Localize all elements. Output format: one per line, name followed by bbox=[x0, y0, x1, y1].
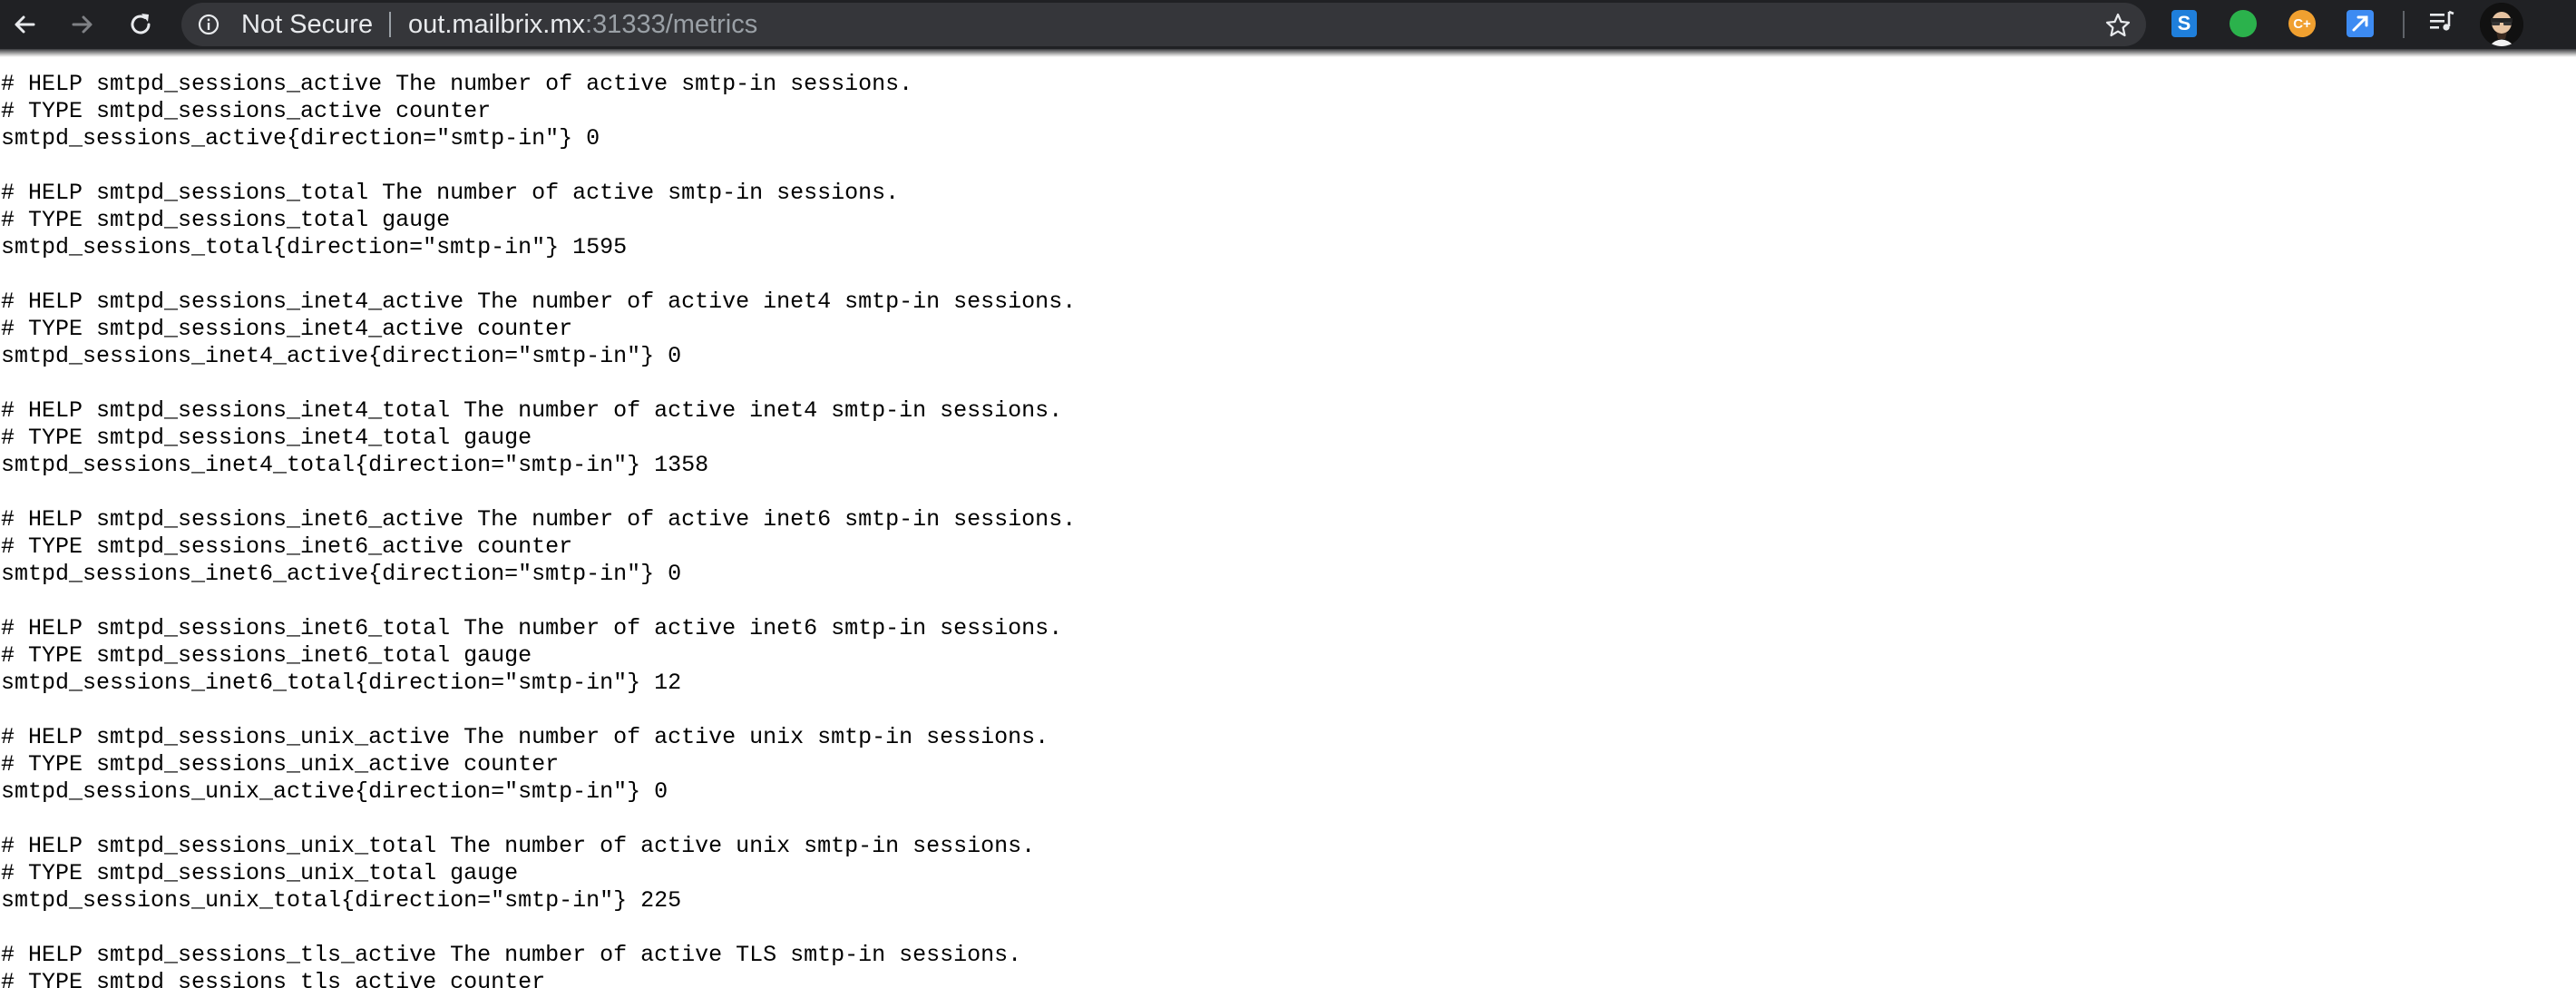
metric-line: # TYPE smtpd_sessions_active counter bbox=[1, 98, 492, 124]
metric-line: # TYPE smtpd_sessions_unix_total gauge bbox=[1, 860, 519, 886]
url-host: out.mailbrix.mx bbox=[408, 10, 585, 39]
metric-line: # HELP smtpd_sessions_unix_active The nu… bbox=[1, 724, 1049, 750]
metric-line: # HELP smtpd_sessions_unix_total The num… bbox=[1, 833, 1036, 859]
metric-line bbox=[0, 915, 2576, 942]
metric-line: # TYPE smtpd_sessions_tls_active counter bbox=[1, 969, 546, 988]
toolbar-divider bbox=[2403, 11, 2405, 38]
metric-line bbox=[0, 479, 2576, 506]
metric-line bbox=[0, 588, 2576, 615]
address-bar[interactable]: Not Secure out.mailbrix.mx:31333/metrics bbox=[181, 3, 2146, 46]
address-bar-divider bbox=[389, 12, 391, 37]
url-port-path: :31333/metrics bbox=[585, 10, 758, 39]
metric-line: smtpd_sessions_unix_total{direction="smt… bbox=[1, 887, 682, 914]
green-extension-button[interactable] bbox=[2227, 7, 2259, 40]
metric-line: smtpd_sessions_inet6_active{direction="s… bbox=[1, 561, 682, 587]
metric-line: # TYPE smtpd_sessions_inet4_active count… bbox=[1, 316, 573, 342]
metric-line: # HELP smtpd_sessions_tls_active The num… bbox=[1, 942, 1022, 968]
s-extension-button[interactable]: S bbox=[2168, 7, 2200, 40]
metric-line: # HELP smtpd_sessions_total The number o… bbox=[1, 180, 900, 206]
metric-line: # TYPE smtpd_sessions_inet6_total gauge bbox=[1, 642, 532, 669]
metric-line: # TYPE smtpd_sessions_inet6_active count… bbox=[1, 533, 573, 560]
music-queue-icon bbox=[2427, 7, 2456, 41]
metric-line bbox=[0, 370, 2576, 397]
media-control-button[interactable] bbox=[2425, 7, 2458, 40]
metric-line: # HELP smtpd_sessions_inet6_total The nu… bbox=[1, 615, 1063, 641]
metric-line: # HELP smtpd_sessions_active The number … bbox=[1, 71, 913, 97]
back-button[interactable] bbox=[5, 5, 44, 44]
arrow-extension-button[interactable] bbox=[2344, 7, 2376, 40]
info-icon[interactable] bbox=[198, 14, 220, 35]
browser-toolbar: Not Secure out.mailbrix.mx:31333/metrics… bbox=[0, 0, 2576, 49]
forward-button[interactable] bbox=[63, 5, 102, 44]
metric-line: smtpd_sessions_total{direction="smtp-in"… bbox=[1, 234, 628, 260]
reload-button[interactable] bbox=[122, 5, 160, 44]
metric-line bbox=[0, 261, 2576, 289]
toolbar-shadow bbox=[0, 49, 2576, 57]
security-status-label[interactable]: Not Secure bbox=[241, 11, 373, 38]
metric-line: # HELP smtpd_sessions_inet4_total The nu… bbox=[1, 397, 1063, 424]
metric-line: # TYPE smtpd_sessions_total gauge bbox=[1, 207, 451, 233]
metric-line: smtpd_sessions_inet4_total{direction="sm… bbox=[1, 452, 709, 478]
s-extension-icon: S bbox=[2171, 10, 2197, 37]
green-extension-icon bbox=[2230, 10, 2257, 37]
metric-line: # HELP smtpd_sessions_inet4_active The n… bbox=[1, 289, 1077, 315]
reload-icon bbox=[127, 11, 154, 38]
profile-avatar[interactable] bbox=[2480, 3, 2523, 46]
metric-line: smtpd_sessions_inet6_total{direction="sm… bbox=[1, 670, 682, 696]
c-plus-extension-button[interactable]: C+ bbox=[2286, 7, 2318, 40]
arrow-extension-icon bbox=[2347, 10, 2374, 37]
c-plus-extension-icon: C+ bbox=[2288, 10, 2316, 37]
metric-line: smtpd_sessions_inet4_active{direction="s… bbox=[1, 343, 682, 369]
metric-line: smtpd_sessions_unix_active{direction="sm… bbox=[1, 778, 668, 805]
metric-line bbox=[0, 152, 2576, 180]
metric-line: # TYPE smtpd_sessions_unix_active counte… bbox=[1, 751, 560, 778]
metric-line bbox=[0, 806, 2576, 833]
metric-line: smtpd_sessions_active{direction="smtp-in… bbox=[1, 125, 600, 152]
metrics-text-page: # HELP smtpd_sessions_active The number … bbox=[0, 71, 2576, 988]
metric-line bbox=[0, 697, 2576, 724]
forward-icon bbox=[70, 12, 95, 37]
star-icon[interactable] bbox=[2104, 12, 2132, 39]
back-icon bbox=[12, 12, 37, 37]
url-text[interactable]: out.mailbrix.mx:31333/metrics bbox=[408, 11, 757, 38]
metric-line: # TYPE smtpd_sessions_inet4_total gauge bbox=[1, 425, 532, 451]
metric-line: # HELP smtpd_sessions_inet6_active The n… bbox=[1, 506, 1077, 533]
